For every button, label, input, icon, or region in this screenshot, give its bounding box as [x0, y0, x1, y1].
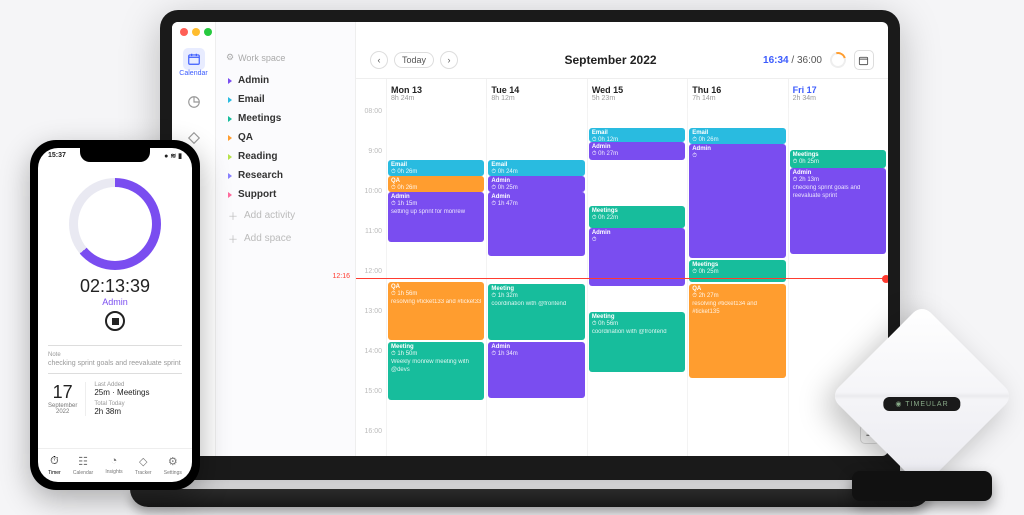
- insights-icon: ◔: [111, 455, 118, 467]
- timer-icon: ⏱: [50, 455, 59, 468]
- tracker-device: ◉ TIMEULAR: [832, 331, 1012, 501]
- event-block[interactable]: Admin⏱ 1h 15msetting up sprint for monre…: [388, 192, 484, 242]
- add-space[interactable]: ＋Add space: [226, 227, 345, 250]
- pie-icon: [183, 91, 205, 113]
- event-block[interactable]: Meetings⏱ 0h 22m: [589, 206, 685, 228]
- laptop-frame: Calendar ⚙Work space AdminEmailMeetingsQ…: [160, 10, 900, 480]
- event-block[interactable]: Admin⏱ 1h 47m: [488, 192, 584, 256]
- tracker-icon: ◇: [139, 455, 147, 468]
- event-block[interactable]: Admin⏱ 1h 34m: [488, 342, 584, 398]
- wifi-battery-icon: ● ≋ ▮: [164, 152, 182, 160]
- rail-insights[interactable]: [180, 91, 208, 113]
- tab-settings[interactable]: ⚙Settings: [164, 455, 182, 476]
- tab-insights[interactable]: ◔Insights: [105, 455, 122, 476]
- window-controls[interactable]: [180, 28, 212, 36]
- event-block[interactable]: Email⏱ 0h 26m: [689, 128, 785, 144]
- event-block[interactable]: QA⏱ 0h 26m: [388, 176, 484, 192]
- note-field[interactable]: Note checking sprint goals and reevaluat…: [48, 345, 182, 374]
- event-block[interactable]: Meeting⏱ 0h 56mcoordination with @fronte…: [589, 312, 685, 372]
- tab-calendar[interactable]: ☷Calendar: [73, 455, 93, 476]
- event-block[interactable]: QA⏱ 1h 56mresolving #ticket133 and #tick…: [388, 282, 484, 340]
- color-dot-icon: [228, 154, 232, 160]
- add-activity[interactable]: ＋Add activity: [226, 204, 345, 227]
- calendar-icon: [183, 48, 205, 70]
- sidebar: ⚙Work space AdminEmailMeetingsQAReadingR…: [216, 22, 356, 456]
- next-week[interactable]: ›: [440, 51, 458, 69]
- rail-calendar[interactable]: Calendar: [180, 48, 208, 77]
- sidebar-item-qa[interactable]: QA: [226, 128, 345, 147]
- phone-frame: 15:37● ≋ ▮ 02:13:39 Admin Note checking …: [30, 140, 200, 490]
- timer-value: 02:13:39: [38, 276, 192, 297]
- sidebar-item-reading[interactable]: Reading: [226, 147, 345, 166]
- progress-ring-icon: [827, 49, 849, 71]
- calendar-view-icon[interactable]: [854, 50, 874, 70]
- now-indicator: 12:16: [356, 278, 888, 279]
- event-block[interactable]: Admin⏱ 2h 13mchecking sprint goals and r…: [790, 168, 886, 254]
- tab-timer[interactable]: ⏱Timer: [48, 455, 61, 476]
- current-task: Admin: [38, 297, 192, 307]
- laptop-base: [130, 489, 930, 507]
- workspace-header[interactable]: ⚙Work space: [226, 52, 345, 63]
- today-button[interactable]: Today: [394, 52, 434, 68]
- sidebar-item-email[interactable]: Email: [226, 90, 345, 109]
- color-dot-icon: [228, 78, 232, 84]
- settings-icon: ⚙: [168, 455, 178, 468]
- color-dot-icon: [228, 116, 232, 122]
- month-title: September 2022: [565, 53, 657, 67]
- event-block[interactable]: QA⏱ 2h 27mresolving #ticket134 and #tick…: [689, 284, 785, 378]
- color-dot-icon: [228, 135, 232, 141]
- app-window: Calendar ⚙Work space AdminEmailMeetingsQ…: [172, 22, 888, 456]
- color-dot-icon: [228, 192, 232, 198]
- calendar-icon: ☷: [78, 455, 88, 468]
- day-header[interactable]: Fri 172h 34m: [788, 79, 888, 108]
- sidebar-item-admin[interactable]: Admin: [226, 71, 345, 90]
- timer-ring: [69, 178, 161, 270]
- gear-icon: ⚙: [226, 52, 234, 63]
- sidebar-item-meetings[interactable]: Meetings: [226, 109, 345, 128]
- main-content: ‹ Today › September 2022 16:34 / 36:00 M…: [356, 22, 888, 456]
- event-block[interactable]: Meeting⏱ 1h 50mWeekly monrew meeting wit…: [388, 342, 484, 400]
- device-dock: [852, 471, 992, 501]
- event-block[interactable]: Admin⏱: [689, 144, 785, 258]
- date-display: 17 September 2022: [48, 382, 77, 416]
- notch: [80, 148, 150, 162]
- sidebar-item-support[interactable]: Support: [226, 185, 345, 204]
- tab-tracker[interactable]: ◇Tracker: [135, 455, 152, 476]
- color-dot-icon: [228, 97, 232, 103]
- event-block[interactable]: Meeting⏱ 1h 32mcoordination with @fronte…: [488, 284, 584, 340]
- topbar: ‹ Today › September 2022 16:34 / 36:00: [356, 22, 888, 78]
- calendar-grid[interactable]: 08:009:0010:0011:0012:0013:0014:0015:001…: [356, 108, 888, 456]
- event-block[interactable]: Meetings⏱ 0h 25m: [790, 150, 886, 168]
- calendar: Mon 138h 24mTue 148h 12mWed 155h 23mThu …: [356, 78, 888, 456]
- event-block[interactable]: Email⏱ 0h 12m: [589, 128, 685, 142]
- color-dot-icon: [228, 173, 232, 179]
- day-header[interactable]: Thu 167h 14m: [687, 79, 787, 108]
- rail-label: Calendar: [179, 70, 207, 77]
- day-header[interactable]: Mon 138h 24m: [386, 79, 486, 108]
- stop-icon: [112, 318, 119, 325]
- day-header[interactable]: Wed 155h 23m: [587, 79, 687, 108]
- device-brand: ◉ TIMEULAR: [883, 397, 960, 411]
- day-header[interactable]: Tue 148h 12m: [486, 79, 586, 108]
- time-current: 16:34: [763, 55, 789, 66]
- last-added: 25m · Meetings: [94, 388, 182, 397]
- stop-button[interactable]: [105, 311, 125, 331]
- event-block[interactable]: Admin⏱ 0h 25m: [488, 176, 584, 192]
- event-block[interactable]: Admin⏱ 0h 27m: [589, 142, 685, 160]
- prev-week[interactable]: ‹: [370, 51, 388, 69]
- phone-screen: 15:37● ≋ ▮ 02:13:39 Admin Note checking …: [38, 148, 192, 482]
- sidebar-item-research[interactable]: Research: [226, 166, 345, 185]
- event-block[interactable]: Email⏱ 0h 24m: [488, 160, 584, 176]
- total-today: 2h 38m: [94, 407, 182, 416]
- time-total: 36:00: [797, 55, 822, 66]
- event-block[interactable]: Email⏱ 0h 26m: [388, 160, 484, 176]
